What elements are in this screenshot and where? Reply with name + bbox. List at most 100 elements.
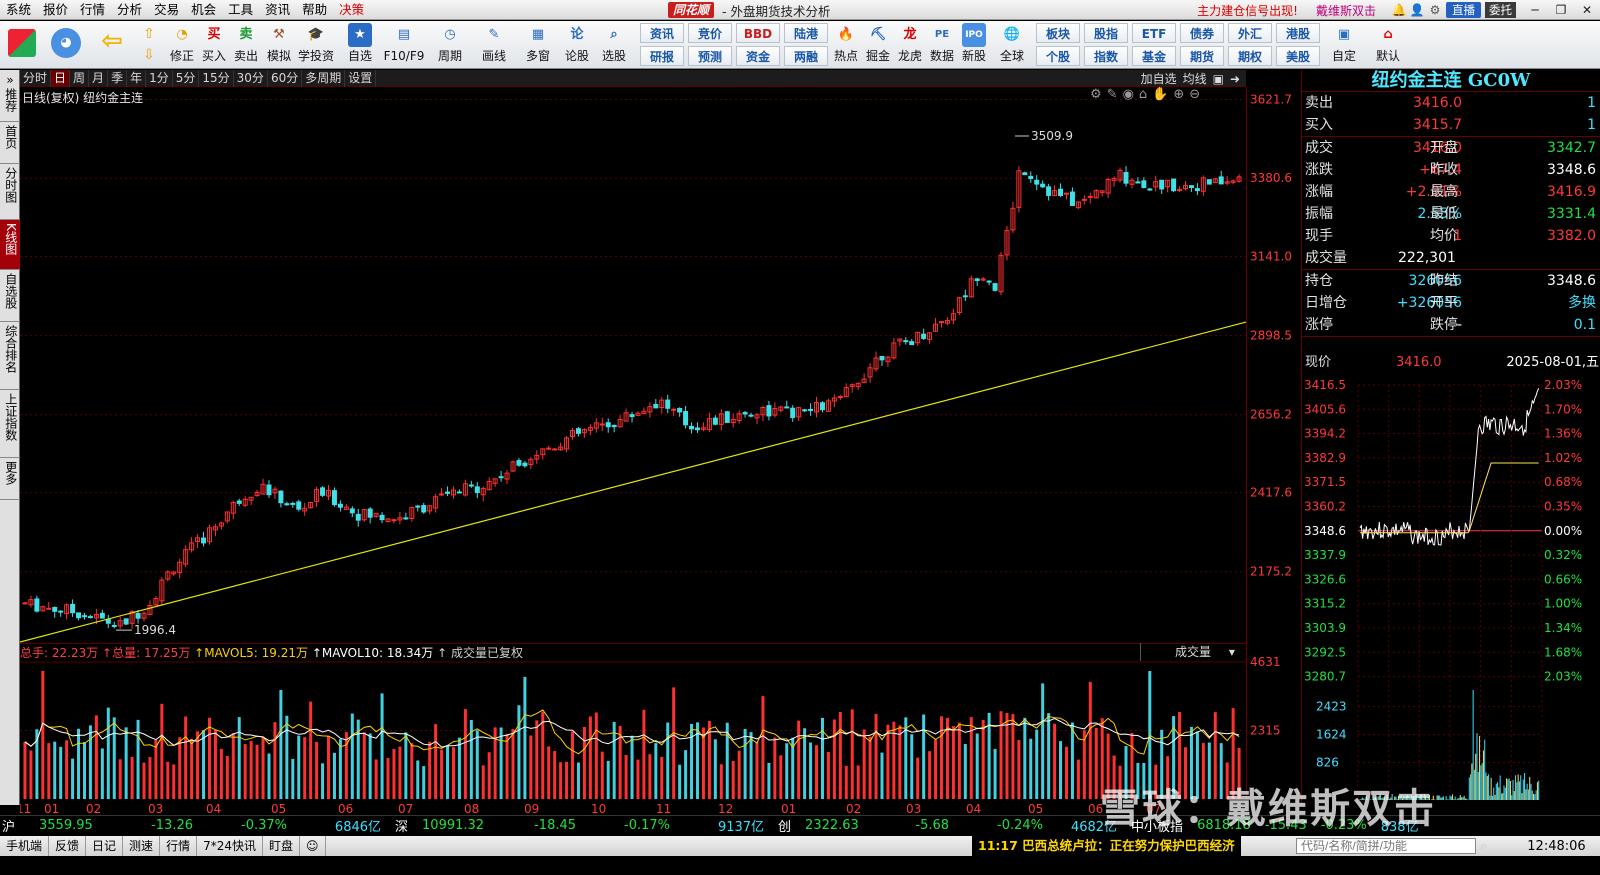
btn-speedtest[interactable]: 测速 <box>123 836 161 856</box>
code-search-input[interactable] <box>1296 838 1476 854</box>
toolbar-f10[interactable]: ▤ F10/F9 <box>384 23 425 65</box>
toolbar-period[interactable]: ◷ 周期 <box>434 23 466 65</box>
btn-flash[interactable]: 7*24快讯 <box>197 836 263 856</box>
assistant-button[interactable]: ◕ <box>50 23 82 58</box>
menu-decision[interactable]: 决策 <box>333 0 370 20</box>
sh-value[interactable]: 3559.95 <box>39 818 109 833</box>
search-icon[interactable]: ⌕ <box>1480 839 1487 854</box>
btn-fund[interactable]: 基金 <box>1132 46 1176 66</box>
hand-icon[interactable]: ✋ <box>1152 87 1173 102</box>
exit-icon[interactable]: ➜ <box>1230 72 1240 86</box>
intraday-chart[interactable]: 3416.5 2.03% 3405.6 1.70% 3394.2 1.36% 3382.9 1… <box>1302 375 1600 805</box>
sidebar-item-more[interactable]: 更多 <box>0 458 20 500</box>
trust-button[interactable]: 委托 <box>1485 2 1516 18</box>
btn-options[interactable]: 期权 <box>1228 46 1272 66</box>
user-icon[interactable]: 👤 <box>1408 3 1426 17</box>
btn-auction[interactable]: 竞价 <box>688 23 732 43</box>
sz-value[interactable]: 10991.32 <box>422 818 502 833</box>
period-multi[interactable]: 多周期 <box>302 69 346 87</box>
sidebar-item-ranking[interactable]: 综合排名 <box>0 322 20 390</box>
period-quarter[interactable]: 季 <box>108 69 128 87</box>
btn-research[interactable]: 研报 <box>640 46 684 66</box>
toolbar-draw[interactable]: ✎ 画线 <box>478 23 510 65</box>
ma-button[interactable]: 均线 <box>1183 70 1207 87</box>
sidebar-item-kline[interactable]: K线图 <box>0 220 20 270</box>
menu-opportunity[interactable]: 机会 <box>185 0 222 20</box>
btn-stock[interactable]: 个股 <box>1036 46 1080 66</box>
period-month[interactable]: 月 <box>89 69 109 87</box>
toolbar-forum[interactable]: 论论股 <box>561 23 593 65</box>
minimize-icon[interactable]: ─ <box>1522 3 1548 17</box>
btn-feedback[interactable]: 反馈 <box>49 836 87 856</box>
gear-icon[interactable]: ⚙ <box>1426 3 1444 17</box>
period-year[interactable]: 年 <box>127 69 147 87</box>
cy-value[interactable]: 2322.63 <box>805 818 885 833</box>
btn-etf[interactable]: ETF <box>1132 23 1176 43</box>
sidebar-item-timeshare[interactable]: 分时图 <box>0 164 20 220</box>
pen-icon[interactable]: ✎ <box>1107 87 1123 102</box>
period-60min[interactable]: 60分 <box>268 69 303 87</box>
eye-icon[interactable]: ◉ <box>1123 87 1139 102</box>
period-day[interactable]: 日 <box>51 69 71 87</box>
menu-help[interactable]: 帮助 <box>296 0 333 20</box>
menu-tools[interactable]: 工具 <box>222 0 259 20</box>
toolbar-simulate[interactable]: ⚒ 模拟 <box>263 23 295 65</box>
menu-news[interactable]: 资讯 <box>259 0 296 20</box>
toolbar-stockpick[interactable]: ⌕ 选股 <box>598 23 630 65</box>
btn-sector[interactable]: 板块 <box>1036 23 1080 43</box>
window-icon[interactable]: ▣ <box>1213 72 1224 86</box>
toolbar-custom[interactable]: ▣ 自定 <box>1328 23 1360 65</box>
period-timeshare[interactable]: 分时 <box>20 69 52 87</box>
bell-icon[interactable]: 🔔 <box>1390 3 1408 17</box>
gear-icon[interactable]: ⚙ <box>1090 87 1107 102</box>
btn-mobile[interactable]: 手机端 <box>0 836 50 856</box>
btn-forecast[interactable]: 预测 <box>688 46 732 66</box>
btn-bond[interactable]: 债券 <box>1180 23 1224 43</box>
btn-forex[interactable]: 外汇 <box>1228 23 1272 43</box>
sidebar-item-shindex[interactable]: 上证指数 <box>0 390 20 458</box>
layout-button[interactable] <box>6 23 38 57</box>
username[interactable]: 戴维斯双击 <box>1316 2 1376 19</box>
zoom-in-icon[interactable]: ⊕ <box>1173 87 1189 102</box>
period-week[interactable]: 周 <box>70 69 90 87</box>
period-1min[interactable]: 1分 <box>146 69 173 87</box>
btn-hkstock[interactable]: 港股 <box>1276 23 1320 43</box>
btn-watch[interactable]: 盯盘 <box>263 836 300 856</box>
btn-lugang[interactable]: 陆港 <box>784 23 828 43</box>
btn-market[interactable]: 行情 <box>160 836 198 856</box>
btn-diary[interactable]: 日记 <box>86 836 124 856</box>
toolbar-learn[interactable]: 🎓 学投资 <box>298 23 334 65</box>
sidebar-item-recommend[interactable]: » 推荐 <box>0 70 20 122</box>
maximize-icon[interactable]: ❐ <box>1548 3 1574 17</box>
toolbar-watchlist[interactable]: ★ 自选 <box>344 23 376 65</box>
btn-futures[interactable]: 期货 <box>1180 46 1224 66</box>
btn-news[interactable]: 资讯 <box>640 23 684 43</box>
btn-stockindex[interactable]: 股指 <box>1084 23 1128 43</box>
zoom-out-icon[interactable]: ⊖ <box>1189 87 1205 102</box>
add-watchlist-button[interactable]: 加自选 <box>1141 70 1177 87</box>
menu-trade[interactable]: 交易 <box>148 0 185 20</box>
btn-bbd[interactable]: BBD <box>736 23 780 43</box>
menu-market[interactable]: 行情 <box>74 0 111 20</box>
period-15min[interactable]: 15分 <box>199 69 234 87</box>
period-settings[interactable]: 设置 <box>345 69 377 87</box>
toolbar-default[interactable]: ⌂ 默认 <box>1372 23 1404 65</box>
toolbar-global[interactable]: 🌐 全球 <box>996 23 1028 65</box>
menu-system[interactable]: 系统 <box>0 0 37 20</box>
chat-icon[interactable]: ☺ <box>300 836 326 856</box>
sidebar-item-watchlist[interactable]: 自选股 <box>0 270 20 322</box>
live-button[interactable]: 直播 <box>1446 2 1481 18</box>
signal-notice[interactable]: 主力建仓信号出现! <box>1197 2 1298 19</box>
period-30min[interactable]: 30分 <box>234 69 268 87</box>
back-button[interactable]: ⇦ <box>96 23 128 54</box>
close-icon[interactable]: ✕ <box>1574 3 1600 17</box>
menu-quote[interactable]: 报价 <box>37 0 74 20</box>
btn-capital[interactable]: 资金 <box>736 46 780 66</box>
sidebar-item-home[interactable]: 首页 <box>0 122 20 164</box>
menu-analysis[interactable]: 分析 <box>111 0 148 20</box>
period-5min[interactable]: 5分 <box>173 69 200 87</box>
lock-icon[interactable]: ⌂ <box>1139 87 1152 102</box>
news-ticker[interactable]: 11:17 巴西总统卢拉：正在努力保护巴西经济 <box>972 836 1241 856</box>
toolbar-ipo[interactable]: IPO 新股 <box>958 23 990 65</box>
kline-chart[interactable]: 3621.7 3380.6 3141.0 2898.5 2656.2 2417.6 2175… <box>20 87 1301 805</box>
